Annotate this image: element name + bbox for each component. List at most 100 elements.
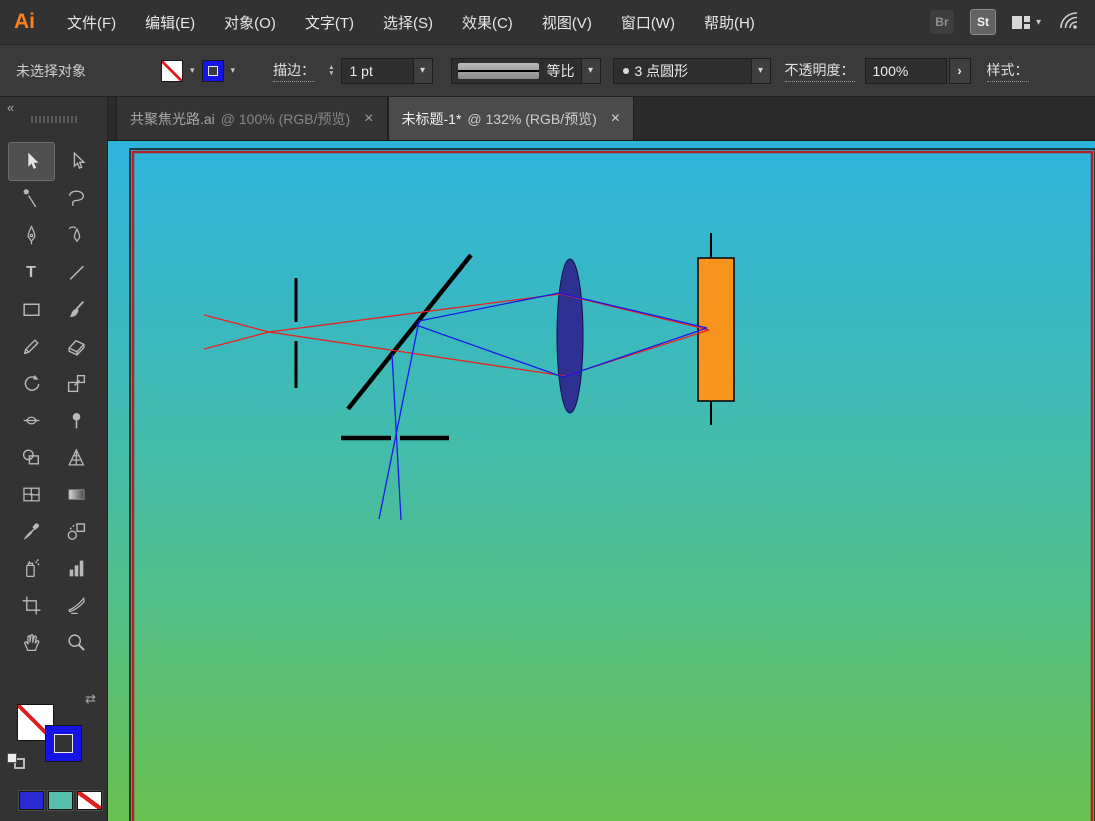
direct-selection-tool[interactable] — [54, 143, 99, 180]
opacity-panel-link[interactable]: 不透明度： — [784, 60, 855, 82]
menubar-right: Br St ▾ — [929, 9, 1083, 36]
rotate-tool[interactable] — [9, 365, 54, 402]
selection-status: 未选择对象 — [16, 62, 86, 79]
blend-tool[interactable] — [54, 513, 99, 550]
blue-return-rays — [378, 292, 708, 521]
eyedropper-tool[interactable] — [9, 513, 54, 550]
pencil-tool[interactable] — [9, 328, 54, 365]
bridge-button[interactable]: Br — [929, 10, 954, 34]
menu-object[interactable]: 对象(O) — [224, 12, 276, 33]
close-icon[interactable]: × — [611, 110, 620, 128]
collapse-panel-button[interactable]: « — [7, 100, 14, 115]
stroke-dropdown-chevron-icon[interactable]: ▾ — [227, 65, 240, 76]
uniform-profile-preview — [457, 62, 539, 79]
document-area: 共聚焦光路.ai @ 100% (RGB/预览) × 未标题-1* @ 132%… — [108, 97, 1095, 821]
slice-tool[interactable] — [54, 587, 99, 624]
menu-edit[interactable]: 编辑(E) — [145, 12, 195, 33]
cs-live-icon[interactable] — [1057, 9, 1083, 36]
menu-help[interactable]: 帮助(H) — [704, 12, 755, 33]
document-tab-bar: 共聚焦光路.ai @ 100% (RGB/预览) × 未标题-1* @ 132%… — [108, 97, 1095, 141]
puppet-warp-tool[interactable] — [54, 402, 99, 439]
mesh-tool[interactable] — [9, 476, 54, 513]
menu-file[interactable]: 文件(F) — [67, 12, 116, 33]
eraser-tool[interactable] — [54, 328, 99, 365]
none-mode-button[interactable] — [76, 790, 103, 811]
document-tab-2[interactable]: 未标题-1* @ 132% (RGB/预览) × — [387, 97, 635, 140]
width-profile-combo[interactable]: 等比 ▾ — [450, 57, 601, 84]
beam-splitter[interactable] — [346, 253, 473, 411]
default-fill-stroke-icon[interactable] — [8, 754, 25, 769]
brush-name[interactable]: 3 点圆形 — [629, 61, 751, 81]
close-icon[interactable]: × — [364, 110, 373, 128]
type-tool[interactable]: T — [9, 254, 54, 291]
menu-bar: Ai 文件(F) 编辑(E) 对象(O) 文字(T) 选择(S) 效果(C) 视… — [0, 0, 1095, 45]
red-ray-upper[interactable] — [203, 314, 710, 377]
selection-tool[interactable] — [7, 142, 55, 181]
app-logo: Ai — [14, 10, 35, 33]
stroke-color-swatch[interactable] — [202, 60, 223, 81]
document-tab-1[interactable]: 共聚焦光路.ai @ 100% (RGB/预览) × — [116, 97, 388, 140]
color-proxies: ▾ ▾ — [162, 60, 240, 81]
menu-select[interactable]: 选择(S) — [383, 12, 433, 33]
artwork-svg — [129, 148, 1095, 821]
fill-color-swatch[interactable] — [162, 60, 182, 81]
pen-tool[interactable] — [9, 217, 54, 254]
canvas[interactable] — [108, 141, 1095, 821]
red-illumination-rays — [203, 293, 710, 377]
stroke-width-value[interactable]: 1 pt — [342, 63, 413, 79]
menu-type[interactable]: 文字(T) — [305, 12, 354, 33]
chevron-down-icon: ▾ — [1035, 16, 1041, 28]
chevron-down-icon[interactable]: ▾ — [412, 58, 432, 83]
tools-panel-header: « — [0, 97, 107, 143]
gradient-tool[interactable] — [54, 476, 99, 513]
panel-drag-grip[interactable] — [30, 116, 77, 123]
hand-tool[interactable] — [9, 624, 54, 661]
brush-combo[interactable]: 3 点圆形 ▾ — [612, 57, 771, 84]
workspace-switcher[interactable]: ▾ — [1011, 15, 1041, 29]
swap-fill-stroke-icon[interactable]: ⇄ — [85, 691, 96, 707]
lasso-tool[interactable] — [54, 180, 99, 217]
fill-dropdown-chevron-icon[interactable]: ▾ — [186, 65, 199, 76]
red-ray-lower[interactable] — [203, 293, 710, 350]
stroke-width-combo[interactable]: 1 pt ▾ — [340, 57, 433, 84]
chevron-down-icon[interactable]: ▾ — [580, 58, 600, 83]
chevron-down-icon[interactable]: ▾ — [750, 58, 770, 83]
stepper-down-icon[interactable]: ▼ — [328, 70, 334, 77]
curvature-tool[interactable] — [54, 217, 99, 254]
magic-wand-tool[interactable] — [9, 180, 54, 217]
line-segment-tool[interactable] — [54, 254, 99, 291]
gradient-mode-button[interactable] — [47, 790, 74, 811]
scale-tool[interactable] — [54, 365, 99, 402]
stock-button[interactable]: St — [969, 9, 996, 35]
zoom-tool[interactable] — [54, 624, 99, 661]
symbol-sprayer-tool[interactable] — [9, 550, 54, 587]
stroke-proxy-blue[interactable] — [46, 726, 81, 761]
menu-view[interactable]: 视图(V) — [542, 12, 592, 33]
black-optical-elements — [294, 233, 712, 441]
artboard-tool[interactable] — [9, 587, 54, 624]
opacity-input[interactable] — [864, 57, 947, 84]
tab-title: 未标题-1* — [401, 110, 462, 127]
perspective-grid-tool[interactable] — [54, 439, 99, 476]
lens[interactable] — [556, 258, 584, 414]
tab-title: 共聚焦光路.ai — [130, 110, 215, 127]
blue-ray-descending-2[interactable] — [391, 353, 402, 521]
workspace-layout-icon — [1011, 15, 1030, 29]
opacity-expand-button[interactable]: › — [948, 57, 971, 84]
column-graph-tool[interactable] — [54, 550, 99, 587]
illustrator-app: Ai 文件(F) 编辑(E) 对象(O) 文字(T) 选择(S) 效果(C) 视… — [0, 0, 1095, 821]
rectangle-tool[interactable] — [9, 291, 54, 328]
paintbrush-tool[interactable] — [54, 291, 99, 328]
tab-zoom-info: @ 100% (RGB/预览) — [220, 110, 351, 127]
fill-stroke-proxy: ⇄ — [0, 691, 107, 775]
artboard-edge — [129, 148, 1095, 821]
menu-effect[interactable]: 效果(C) — [462, 12, 513, 33]
stroke-panel-link[interactable]: 描边： — [273, 60, 316, 82]
width-tool[interactable] — [9, 402, 54, 439]
stroke-width-stepper[interactable]: ▲ ▼ — [328, 64, 334, 77]
color-mode-button[interactable] — [18, 790, 45, 811]
tab-zoom-info: @ 132% (RGB/预览) — [467, 110, 597, 127]
style-panel-link[interactable]: 样式： — [986, 60, 1029, 82]
shape-builder-tool[interactable] — [9, 439, 54, 476]
menu-window[interactable]: 窗口(W) — [621, 12, 675, 33]
